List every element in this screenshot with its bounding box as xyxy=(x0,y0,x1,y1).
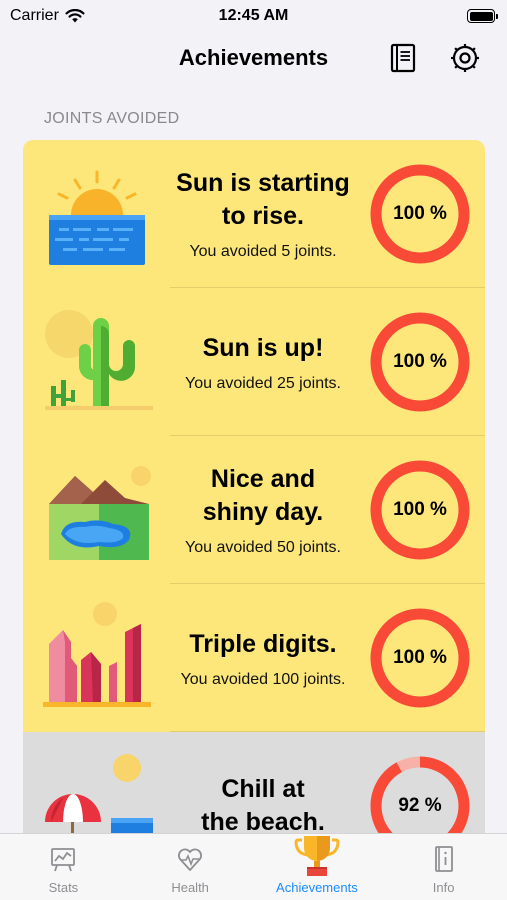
progress-label: 100 % xyxy=(393,203,447,224)
info-book-icon xyxy=(434,846,453,872)
achievement-title-line2: to rise. xyxy=(222,202,304,230)
battery-icon xyxy=(467,9,498,23)
achievement-title: Sun is starting xyxy=(176,169,350,197)
trophy-icon xyxy=(294,836,340,876)
health-icon xyxy=(178,848,203,871)
status-bar: Carrier 12:45 AM xyxy=(0,0,507,32)
canyon-rocks-icon xyxy=(43,602,151,707)
achievement-subtitle: You avoided 50 joints. xyxy=(185,539,341,556)
achievement-row[interactable]: Nice and shiny day. You avoided 50 joint… xyxy=(23,436,485,584)
achievement-subtitle: You avoided 100 joints. xyxy=(180,670,346,688)
achievement-title: Nice and xyxy=(210,465,316,493)
tab-label: Health xyxy=(171,880,209,895)
progress-label: 100 % xyxy=(393,647,447,668)
achievement-text: Sun is starting to rise. You avoided 5 j… xyxy=(163,167,363,261)
tab-label: Achievements xyxy=(276,880,358,895)
lake-landscape-icon xyxy=(49,466,151,560)
page-title: Achievements xyxy=(178,45,329,70)
cactus-icon xyxy=(45,310,153,410)
achievement-list: Sun is starting to rise. You avoided 5 j… xyxy=(23,140,485,880)
section-header: JOINTS AVOIDED xyxy=(44,110,180,127)
tab-info[interactable]: Info xyxy=(380,834,507,900)
wifi-icon xyxy=(65,9,85,23)
nav-bar: Achievements xyxy=(0,34,507,82)
tab-label: Stats xyxy=(48,880,79,895)
achievement-text: Triple digits. You avoided 100 joints. xyxy=(163,628,363,689)
progress-label: 100 % xyxy=(393,351,447,372)
tab-health[interactable]: Health xyxy=(127,834,254,900)
progress-label: 100 % xyxy=(393,499,447,520)
status-left: Carrier xyxy=(10,7,150,25)
achievement-text: Sun is up! You avoided 25 joints. xyxy=(163,332,363,393)
stats-icon xyxy=(51,848,76,872)
book-icon[interactable] xyxy=(388,42,420,74)
tab-stats[interactable]: Stats xyxy=(0,834,127,900)
achievement-subtitle: You avoided 25 joints. xyxy=(185,374,341,392)
achievement-row[interactable]: Triple digits. You avoided 100 joints. 1… xyxy=(23,584,485,732)
achievement-title: Sun is up! xyxy=(202,333,324,362)
achievement-subtitle: You avoided 5 joints. xyxy=(189,243,337,260)
sunrise-icon xyxy=(49,170,145,265)
tab-label: Info xyxy=(432,880,455,895)
achievement-title-line2: shiny day. xyxy=(202,498,324,526)
carrier-label: Carrier xyxy=(10,7,59,24)
achievement-title: Chill at xyxy=(221,775,305,803)
achievement-title: Triple digits. xyxy=(189,629,337,658)
gear-icon[interactable] xyxy=(449,42,481,74)
achievement-row[interactable]: Sun is starting to rise. You avoided 5 j… xyxy=(23,140,485,288)
tab-bar: Stats Health Achievements Info xyxy=(0,833,507,900)
achievement-text: Nice and shiny day. You avoided 50 joint… xyxy=(163,463,363,557)
progress-label: 92 % xyxy=(398,795,442,816)
achievement-row[interactable]: Sun is up! You avoided 25 joints. 100 % xyxy=(23,288,485,436)
tab-achievements[interactable]: Achievements xyxy=(254,834,381,900)
achievement-text: Chill at the beach. xyxy=(163,773,363,839)
